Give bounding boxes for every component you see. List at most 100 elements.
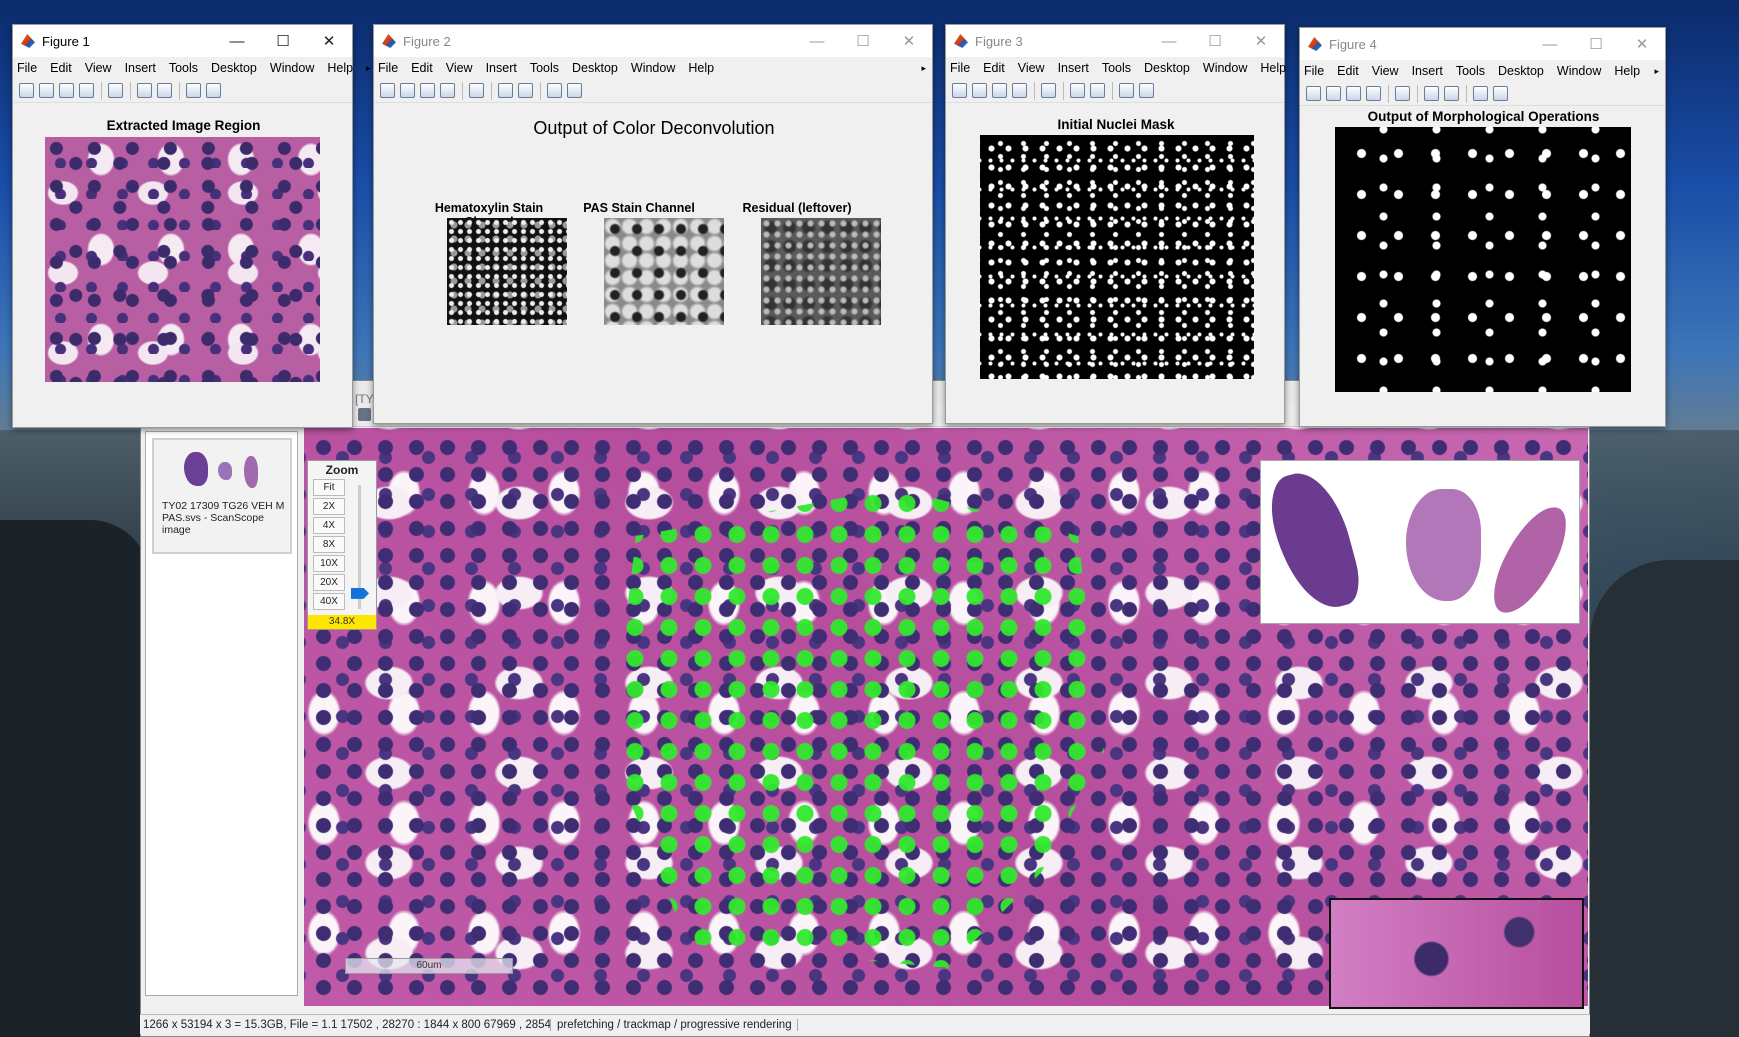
menu-insert[interactable]: Insert — [486, 61, 517, 75]
maximize-button[interactable]: ☐ — [840, 32, 886, 50]
property-inspector-icon[interactable] — [567, 83, 582, 98]
menu-file[interactable]: File — [17, 61, 37, 75]
save-icon[interactable] — [420, 83, 435, 98]
link-plot-icon[interactable] — [1041, 83, 1056, 98]
zoom-level-2x[interactable]: 2X — [313, 498, 345, 515]
menu-file[interactable]: File — [950, 61, 970, 75]
edit-plot-icon[interactable] — [1473, 86, 1488, 101]
open-file-icon[interactable] — [972, 83, 987, 98]
close-button[interactable]: ✕ — [306, 32, 352, 50]
legend-icon[interactable] — [518, 83, 533, 98]
zoom-level-20x[interactable]: 20X — [313, 574, 345, 591]
menu-tools[interactable]: Tools — [530, 61, 559, 75]
menu-tools[interactable]: Tools — [169, 61, 198, 75]
new-figure-icon[interactable] — [1306, 86, 1321, 101]
new-figure-icon[interactable] — [19, 83, 34, 98]
close-button[interactable]: ✕ — [1238, 32, 1284, 50]
menu-desktop[interactable]: Desktop — [211, 61, 257, 75]
menu-edit[interactable]: Edit — [411, 61, 433, 75]
property-inspector-icon[interactable] — [1139, 83, 1154, 98]
menu-view[interactable]: View — [1372, 64, 1399, 78]
minimize-button[interactable]: — — [1146, 33, 1192, 50]
close-button[interactable]: ✕ — [886, 32, 932, 50]
open-file-icon[interactable] — [39, 83, 54, 98]
menu-desktop[interactable]: Desktop — [572, 61, 618, 75]
link-plot-icon[interactable] — [1395, 86, 1410, 101]
save-icon[interactable] — [992, 83, 1007, 98]
save-icon[interactable] — [59, 83, 74, 98]
maximize-button[interactable]: ☐ — [1573, 35, 1619, 53]
menu-view[interactable]: View — [446, 61, 473, 75]
colorbar-icon[interactable] — [498, 83, 513, 98]
legend-icon[interactable] — [1444, 86, 1459, 101]
menu-edit[interactable]: Edit — [1337, 64, 1359, 78]
print-icon[interactable] — [440, 83, 455, 98]
menu-file[interactable]: File — [378, 61, 398, 75]
menu-insert[interactable]: Insert — [1058, 61, 1089, 75]
figure-1-titlebar[interactable]: Figure 1 — ☐ ✕ — [13, 25, 352, 57]
minimize-button[interactable]: — — [214, 33, 260, 50]
zoom-level-10x[interactable]: 10X — [313, 555, 345, 572]
print-icon[interactable] — [1366, 86, 1381, 101]
colorbar-icon[interactable] — [1424, 86, 1439, 101]
pas-channel-image[interactable] — [604, 218, 724, 325]
zoom-level-8x[interactable]: 8X — [313, 536, 345, 553]
new-figure-icon[interactable] — [380, 83, 395, 98]
print-icon[interactable] — [1012, 83, 1027, 98]
edit-plot-icon[interactable] — [1119, 83, 1134, 98]
figure-4-titlebar[interactable]: Figure 4 — ☐ ✕ — [1300, 28, 1665, 60]
menu-overflow-icon[interactable]: ▸ — [1654, 66, 1659, 77]
open-file-icon[interactable] — [400, 83, 415, 98]
legend-icon[interactable] — [1090, 83, 1105, 98]
menu-view[interactable]: View — [85, 61, 112, 75]
link-plot-icon[interactable] — [108, 83, 123, 98]
menu-help[interactable]: Help — [688, 61, 714, 75]
select-icon[interactable] — [358, 408, 371, 421]
colorbar-icon[interactable] — [137, 83, 152, 98]
hematoxylin-channel-image[interactable] — [447, 218, 567, 325]
menu-insert[interactable]: Insert — [1412, 64, 1443, 78]
menu-desktop[interactable]: Desktop — [1144, 61, 1190, 75]
new-figure-icon[interactable] — [952, 83, 967, 98]
menu-overflow-icon[interactable]: ▸ — [921, 63, 926, 74]
menu-help[interactable]: Help — [1260, 61, 1286, 75]
save-icon[interactable] — [1346, 86, 1361, 101]
minimize-button[interactable]: — — [1527, 36, 1573, 53]
open-file-icon[interactable] — [1326, 86, 1341, 101]
colorbar-icon[interactable] — [1070, 83, 1085, 98]
link-plot-icon[interactable] — [469, 83, 484, 98]
menu-help[interactable]: Help — [327, 61, 353, 75]
menu-file[interactable]: File — [1304, 64, 1324, 78]
menu-tools[interactable]: Tools — [1102, 61, 1131, 75]
menu-desktop[interactable]: Desktop — [1498, 64, 1544, 78]
menu-window[interactable]: Window — [270, 61, 314, 75]
menu-edit[interactable]: Edit — [983, 61, 1005, 75]
print-icon[interactable] — [79, 83, 94, 98]
menu-view[interactable]: View — [1018, 61, 1045, 75]
slide-thumbnail-card[interactable]: TY02 17309 TG26 VEH M PAS.svs - ScanScop… — [152, 438, 292, 554]
menu-window[interactable]: Window — [1203, 61, 1247, 75]
menu-edit[interactable]: Edit — [50, 61, 72, 75]
menu-overflow-icon[interactable]: ▸ — [366, 63, 371, 74]
figure-2-titlebar[interactable]: Figure 2 — ☐ ✕ — [374, 25, 932, 57]
zoom-level-fit[interactable]: Fit — [313, 479, 345, 496]
extracted-image-region[interactable] — [45, 137, 320, 382]
edit-plot-icon[interactable] — [547, 83, 562, 98]
menu-window[interactable]: Window — [1557, 64, 1601, 78]
initial-nuclei-mask-image[interactable] — [980, 135, 1254, 379]
morphological-output-image[interactable] — [1335, 127, 1631, 392]
menu-help[interactable]: Help — [1614, 64, 1640, 78]
residual-channel-image[interactable] — [761, 218, 881, 325]
menu-tools[interactable]: Tools — [1456, 64, 1485, 78]
zoom-level-40x[interactable]: 40X — [313, 593, 345, 610]
close-button[interactable]: ✕ — [1619, 35, 1665, 53]
menu-window[interactable]: Window — [631, 61, 675, 75]
zoom-slider-knob[interactable] — [351, 587, 369, 599]
edit-plot-icon[interactable] — [186, 83, 201, 98]
slide-overview-map[interactable] — [1260, 460, 1580, 624]
maximize-button[interactable]: ☐ — [260, 32, 306, 50]
property-inspector-icon[interactable] — [1493, 86, 1508, 101]
legend-icon[interactable] — [157, 83, 172, 98]
zoom-level-4x[interactable]: 4X — [313, 517, 345, 534]
maximize-button[interactable]: ☐ — [1192, 32, 1238, 50]
